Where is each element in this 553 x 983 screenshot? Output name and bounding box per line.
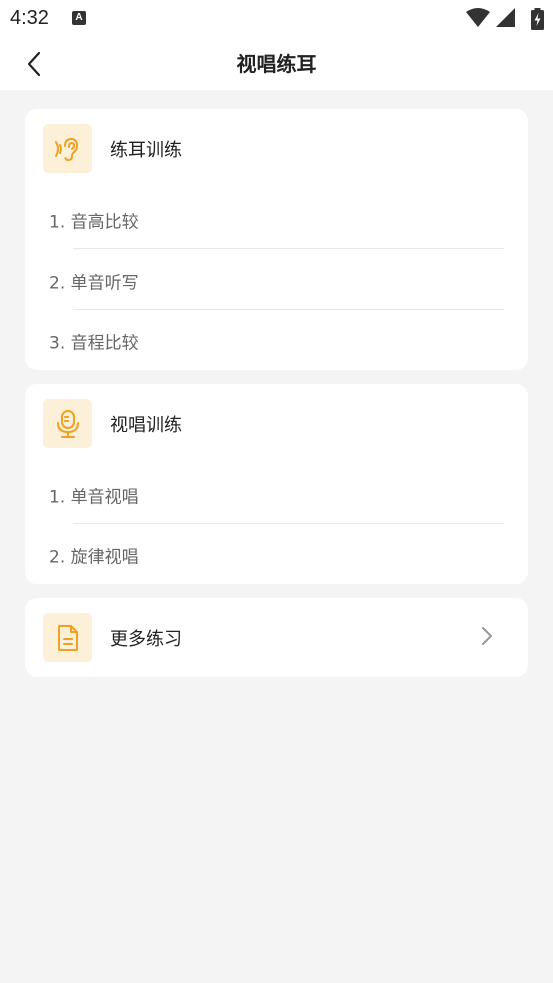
app-header: 视唱练耳 <box>0 38 553 90</box>
microphone-icon <box>56 409 79 438</box>
divider <box>73 523 504 524</box>
more-practice-header: 更多练习 <box>43 613 182 662</box>
more-practice-title: 更多练习 <box>110 628 182 650</box>
status-time: 4:32 <box>10 7 49 29</box>
list-item-label: 2. 旋律视唱 <box>49 547 139 568</box>
sight-singing-card: 视唱训练 1. 单音视唱 2. 旋律视唱 <box>25 384 528 584</box>
document-icon <box>57 624 78 651</box>
list-item-single-dictation[interactable]: 2. 单音听写 <box>49 251 505 311</box>
ear-training-header: 练耳训练 <box>43 124 182 173</box>
list-item-label: 1. 单音视唱 <box>49 487 139 508</box>
chevron-right-icon <box>482 627 492 645</box>
cell-signal-icon <box>496 8 515 27</box>
wifi-icon <box>466 8 490 27</box>
more-practice-card[interactable]: 更多练习 <box>25 598 528 677</box>
ear-icon <box>54 137 78 161</box>
ear-icon-box <box>43 124 92 173</box>
page-title: 视唱练耳 <box>236 52 317 76</box>
list-item-single-sight-sing[interactable]: 1. 单音视唱 <box>49 465 505 525</box>
sight-singing-title: 视唱训练 <box>110 414 182 436</box>
chevron-left-icon <box>27 51 41 77</box>
list-item-label: 3. 音程比较 <box>49 333 139 354</box>
ear-training-card: 练耳训练 1. 音高比较 2. 单音听写 3. 音程比较 <box>25 109 528 370</box>
battery-icon <box>531 8 544 30</box>
divider <box>73 309 504 310</box>
list-item-label: 1. 音高比较 <box>49 212 139 233</box>
list-item-interval-compare[interactable]: 3. 音程比较 <box>49 311 505 371</box>
document-icon-box <box>43 613 92 662</box>
list-item-pitch-compare[interactable]: 1. 音高比较 <box>49 190 505 250</box>
list-item-melody-sight-sing[interactable]: 2. 旋律视唱 <box>49 525 505 585</box>
notification-icon: A <box>72 11 86 25</box>
back-button[interactable] <box>18 48 50 80</box>
list-item-label: 2. 单音听写 <box>49 273 139 294</box>
divider <box>73 248 504 249</box>
status-bar: 4:32 A <box>0 0 553 38</box>
sight-singing-header: 视唱训练 <box>43 399 182 448</box>
ear-training-title: 练耳训练 <box>110 139 182 161</box>
microphone-icon-box <box>43 399 92 448</box>
